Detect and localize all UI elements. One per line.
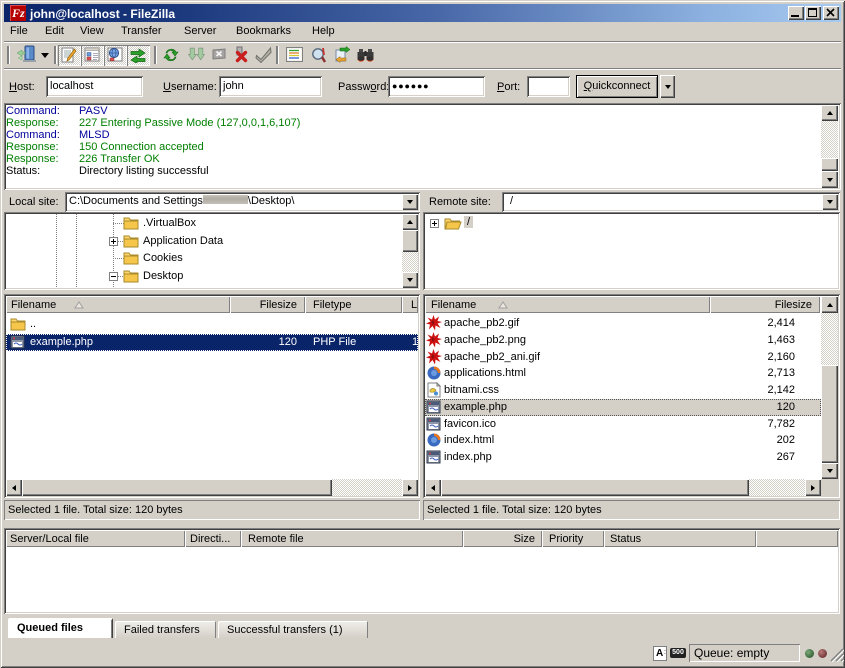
svg-text:Fz: Fz — [11, 6, 25, 20]
